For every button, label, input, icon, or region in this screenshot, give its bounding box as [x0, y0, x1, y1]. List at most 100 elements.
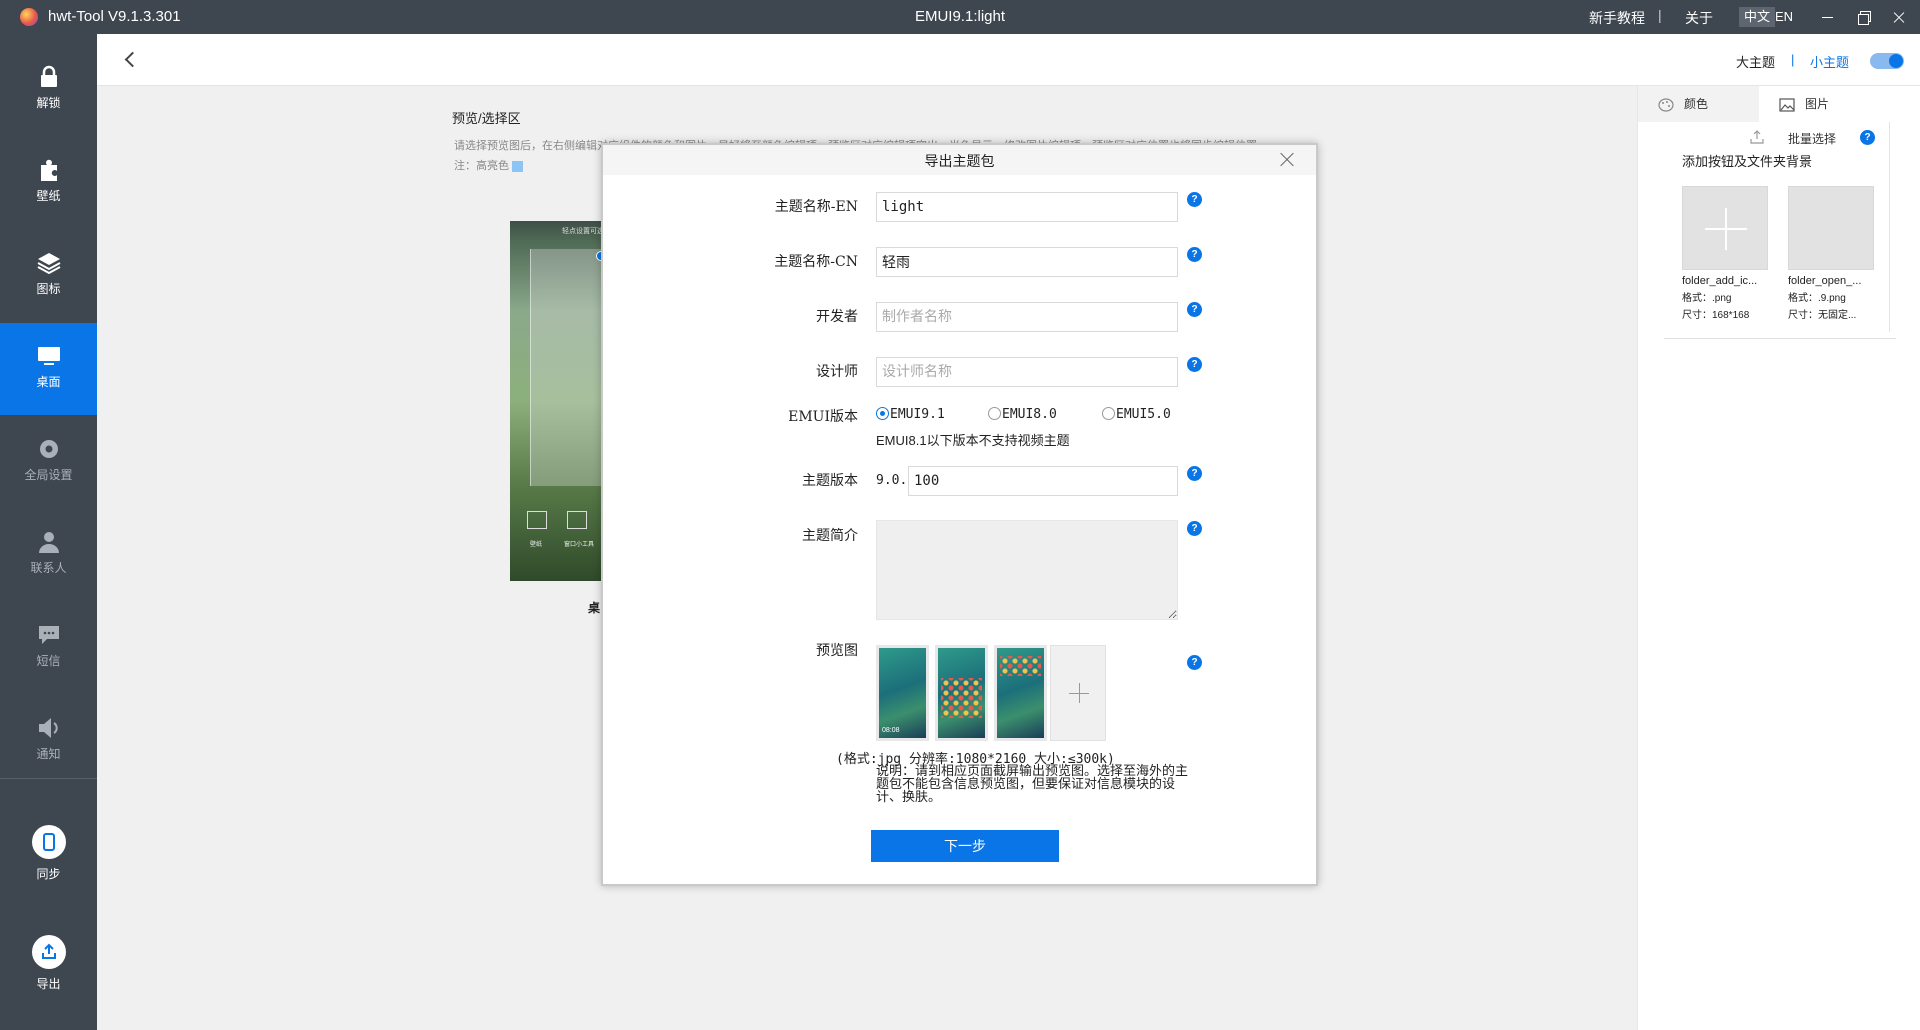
tab-color-label: 颜色	[1684, 97, 1709, 111]
big-theme-link[interactable]: 大主题	[1736, 52, 1775, 71]
radio-dot	[876, 407, 889, 420]
emui80-radio[interactable]: EMUI8.0	[988, 407, 1057, 422]
tab-color[interactable]: 颜色	[1638, 86, 1759, 122]
sidebar-item-global-settings[interactable]: 全局设置	[0, 416, 97, 508]
radio-dot	[988, 407, 1001, 420]
designer-field[interactable]	[876, 357, 1178, 387]
phone-top-text: 轻点设置可选	[562, 228, 602, 235]
content-header: 大主题 | 小主题	[97, 34, 1920, 86]
asset-thumbnail[interactable]	[1682, 186, 1768, 270]
theme-version-label: 主题版本	[802, 473, 858, 489]
sidebar-item-messages[interactable]: 短信	[0, 602, 97, 694]
add-preview-button[interactable]	[1050, 645, 1106, 741]
designer-label: 设计师	[816, 364, 858, 380]
sidebar-item-label: 壁纸	[36, 189, 61, 203]
lang-en-button[interactable]: EN	[1770, 7, 1798, 27]
dialog-header: 导出主题包	[603, 145, 1316, 175]
editor-tabs: 颜色 图片	[1638, 86, 1920, 122]
close-icon[interactable]	[1278, 151, 1296, 169]
sidebar-item-desktop[interactable]: 桌面	[0, 323, 97, 415]
right-panel: 颜色 图片 批量选择 ? 添加按钮及文件夹背景 folder_add_ic...…	[1637, 86, 1920, 1030]
back-icon[interactable]	[123, 50, 135, 68]
phone-icon	[43, 833, 55, 851]
lock-icon	[41, 65, 57, 87]
asset-thumbnail[interactable]	[1788, 186, 1874, 270]
preview-shot-apps[interactable]	[994, 645, 1047, 741]
preview-shot-home[interactable]	[935, 645, 988, 741]
tab-picture[interactable]: 图片	[1759, 86, 1880, 122]
theme-mode-toggle[interactable]	[1870, 53, 1904, 69]
export-theme-dialog: 导出主题包 主题名称-EN ? 主题名称-CN ? 开发者 ? 设计师 ? EM…	[601, 143, 1318, 886]
message-icon	[39, 626, 59, 644]
asset-folder-add[interactable]: folder_add_ic... 格式：.png 尺寸：168*168	[1682, 186, 1768, 321]
theme-intro-label: 主题简介	[802, 528, 858, 544]
tools-widget-label: 窗口小工具	[564, 542, 595, 548]
sidebar-item-icons[interactable]: 图标	[0, 230, 97, 322]
sidebar-item-export[interactable]: 导出	[0, 919, 97, 1011]
emui-note: EMUI8.1以下版本不支持视频主题	[876, 433, 1070, 448]
phone-preview[interactable]: 轻点设置可选 壁纸 窗口小工具	[510, 221, 602, 581]
next-step-button[interactable]: 下一步	[871, 830, 1059, 862]
asset-format: 格式：.9.png	[1788, 293, 1846, 304]
shot-time: 08:08	[882, 727, 900, 734]
emui91-radio[interactable]: EMUI9.1	[876, 407, 945, 422]
sidebar-item-label: 联系人	[30, 561, 67, 575]
titlebar-separator: |	[1658, 7, 1662, 23]
asset-format: 格式：.png	[1682, 293, 1732, 304]
sidebar-item-wallpaper[interactable]: 壁纸	[0, 137, 97, 229]
sidebar-item-contacts[interactable]: 联系人	[0, 509, 97, 601]
sidebar-item-label: 解锁	[36, 96, 61, 110]
preview-images-label: 预览图	[816, 643, 858, 659]
help-icon[interactable]: ?	[1187, 247, 1202, 262]
small-theme-link[interactable]: 小主题	[1810, 52, 1849, 71]
tab-picture-label: 图片	[1805, 97, 1830, 111]
preview-note: 注：高亮色	[454, 157, 523, 173]
developer-label: 开发者	[816, 309, 858, 325]
wallpaper-widget-label: 壁纸	[530, 542, 543, 548]
theme-intro-field[interactable]	[876, 520, 1178, 620]
asset-size: 尺寸：168*168	[1682, 310, 1750, 321]
help-icon[interactable]: ?	[1187, 302, 1202, 317]
wallpaper-widget-icon[interactable]	[527, 511, 547, 529]
help-icon[interactable]: ?	[1187, 521, 1202, 536]
help-icon[interactable]: ?	[1187, 655, 1202, 670]
version-prefix: 9.0.	[876, 473, 908, 488]
name-en-label: 主题名称-EN	[774, 199, 858, 215]
close-window-icon[interactable]	[1888, 6, 1910, 28]
help-icon[interactable]: ?	[1187, 192, 1202, 207]
about-link[interactable]: 关于	[1685, 8, 1713, 28]
upload-icon[interactable]	[1750, 130, 1764, 144]
emui50-radio[interactable]: EMUI5.0	[1102, 407, 1171, 422]
theme-version-field[interactable]	[908, 466, 1178, 496]
asset-size: 尺寸：无固定...	[1788, 310, 1857, 321]
export-icon	[42, 943, 56, 959]
help-icon[interactable]: ?	[1187, 357, 1202, 372]
restore-icon[interactable]	[1853, 6, 1875, 28]
sidebar-item-unlock[interactable]: 解锁	[0, 44, 97, 136]
developer-field[interactable]	[876, 302, 1178, 332]
sidebar-item-notifications[interactable]: 通知	[0, 695, 97, 787]
minimize-icon[interactable]	[1817, 6, 1839, 28]
palette-icon	[1658, 98, 1674, 112]
sidebar-item-label: 全局设置	[24, 468, 73, 482]
selection-overlay[interactable]	[530, 249, 602, 486]
help-icon[interactable]: ?	[1860, 130, 1875, 145]
asset-name: folder_add_ic...	[1682, 275, 1758, 287]
sync-button-circle	[32, 825, 66, 859]
highlight-swatch	[512, 160, 523, 172]
name-cn-field[interactable]	[876, 247, 1178, 277]
sidebar-item-label: 图标	[36, 282, 61, 296]
person-icon	[39, 532, 59, 553]
batch-select-link[interactable]: 批量选择	[1788, 130, 1836, 147]
preview-shot-lockscreen[interactable]: 08:08	[876, 645, 929, 741]
speaker-icon	[39, 718, 58, 738]
radio-label: EMUI5.0	[1116, 407, 1171, 422]
tools-widget-icon[interactable]	[567, 511, 587, 529]
help-icon[interactable]: ?	[1187, 466, 1202, 481]
asset-folder-open[interactable]: folder_open_... 格式：.9.png 尺寸：无固定...	[1788, 186, 1874, 321]
sidebar-item-label: 桌面	[36, 375, 61, 389]
tutorial-link[interactable]: 新手教程	[1589, 8, 1645, 28]
sidebar-item-sync[interactable]: 同步	[0, 809, 97, 901]
name-en-field[interactable]	[876, 192, 1178, 222]
preview-note-text: 注：高亮色	[454, 160, 509, 172]
